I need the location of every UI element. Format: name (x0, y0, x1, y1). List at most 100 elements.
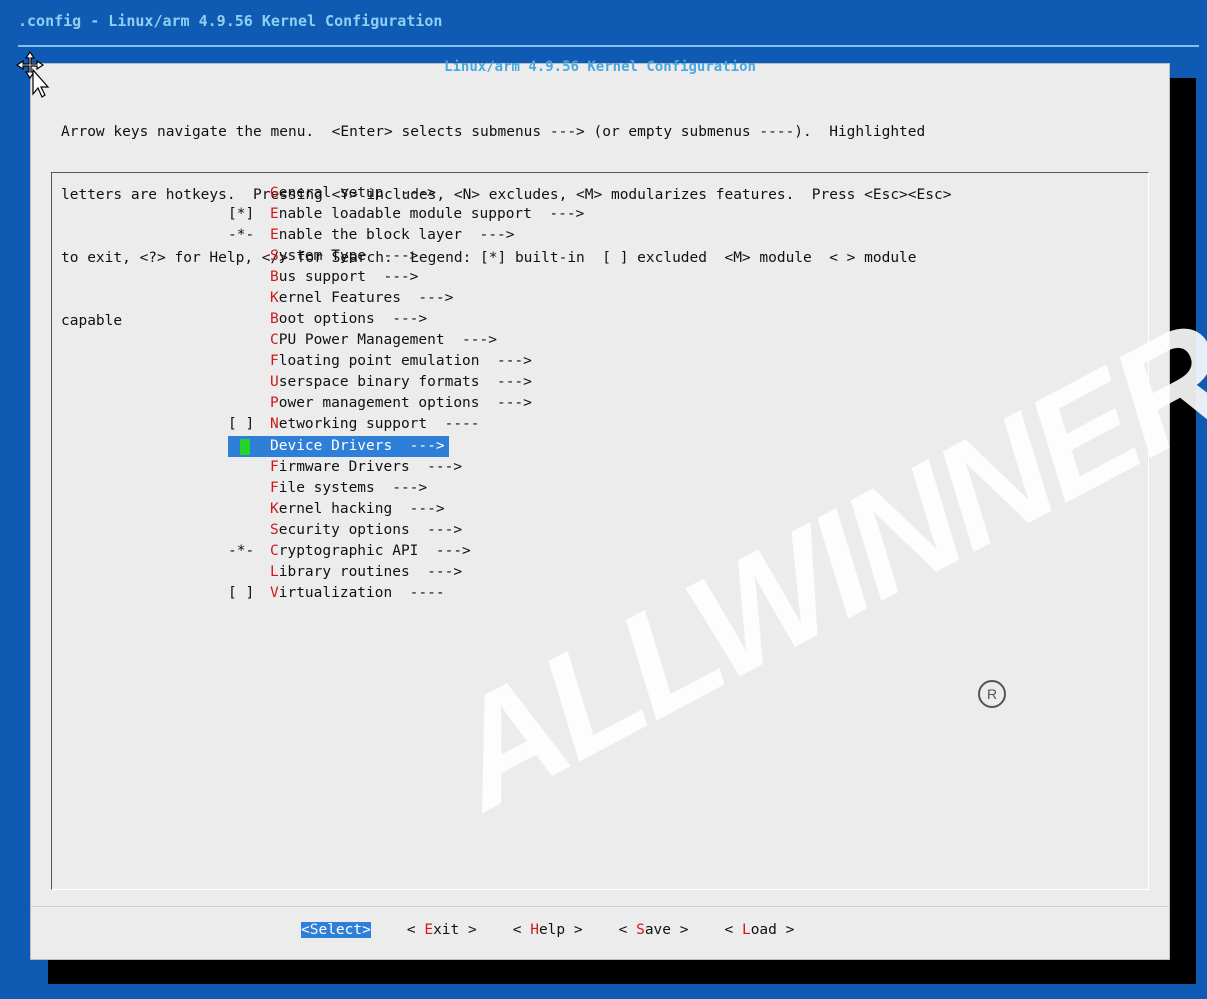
menu-item-hotkey: F (270, 459, 279, 475)
menu-item[interactable]: [*] Enable loadable module support ---> (228, 204, 584, 225)
menu-item-label: ernel hacking ---> (278, 501, 445, 517)
menu-item-hotkey: L (270, 564, 279, 580)
menu-item-hotkey: K (270, 501, 279, 517)
button-help[interactable]: < Help > (513, 922, 583, 938)
menu-item-hotkey: B (270, 269, 279, 285)
menu-item-label: eneral setup ---> (278, 185, 436, 201)
menu-item[interactable]: Security options ---> (228, 520, 584, 541)
button-right: > (565, 922, 583, 938)
menu-list: General setup ---> [*] Enable loadable mod… (228, 183, 584, 604)
button-right: > (776, 922, 795, 938)
menu-item-label: nable the block layer ---> (278, 227, 515, 243)
menu-item-label: nable loadable module support ---> (278, 206, 585, 222)
menu-box: General setup ---> [*] Enable loadable mod… (51, 172, 1149, 890)
help-line: Arrow keys navigate the menu. <Enter> se… (61, 124, 926, 140)
dialog-shadow-right (1170, 78, 1196, 978)
menu-item-hotkey: F (270, 353, 279, 369)
menu-item[interactable]: Userspace binary formats ---> (228, 372, 584, 393)
menu-item[interactable]: Boot options ---> (228, 309, 584, 330)
menu-item[interactable]: Firmware Drivers ---> (228, 457, 584, 478)
menu-item-label: loating point emulation ---> (278, 353, 532, 369)
button-hotkey: S (636, 922, 645, 938)
menu-item-hotkey: S (270, 248, 279, 264)
menu-item-label: ecurity options ---> (278, 522, 463, 538)
menu-item-label: serspace binary formats ---> (278, 374, 532, 390)
menu-item-label: ower management options ---> (278, 395, 532, 411)
button-rest: ave (644, 922, 672, 938)
menu-item[interactable]: [ ] Virtualization ---- (228, 583, 584, 604)
dialog-title: Linux/arm 4.9.56 Kernel Configuration (444, 59, 756, 75)
menu-item-hotkey: C (270, 332, 279, 348)
selection-cursor (240, 439, 250, 455)
menu-item[interactable]: Power management options ---> (228, 393, 584, 414)
kernel-config-dialog: Linux/arm 4.9.56 Kernel Configuration Ar… (30, 59, 1170, 960)
menu-item-label: ile systems ---> (278, 480, 428, 496)
menu-item-label: evice Drivers ---> (278, 438, 445, 454)
menu-item-label: us support ---> (278, 269, 419, 285)
menu-item-hotkey: D (270, 438, 279, 454)
menu-item-label: ryptographic API ---> (278, 543, 471, 559)
button-left: < (724, 922, 742, 938)
menu-item-hotkey: B (270, 311, 279, 327)
button-left: < (406, 922, 425, 938)
menu-item-label: ystem Type ---> (278, 248, 419, 264)
menu-item-hotkey: S (270, 522, 279, 538)
menu-item-hotkey: N (270, 416, 279, 432)
menu-item[interactable]: Kernel hacking ---> (228, 499, 584, 520)
menu-item-label: oot options ---> (278, 311, 428, 327)
button-rest: oad (750, 922, 777, 938)
menu-item[interactable]: File systems ---> (228, 478, 584, 499)
button-save[interactable]: < Save > (619, 922, 689, 938)
menu-item-label: PU Power Management ---> (278, 332, 497, 348)
menu-item-hotkey: V (270, 585, 279, 601)
dialog-shadow-bottom (48, 960, 1196, 984)
move-cursor-icon (16, 50, 50, 98)
menu-item-state: -*- (228, 227, 255, 243)
button-select[interactable]: <Select> (301, 922, 371, 938)
button-hotkey: L (741, 922, 751, 938)
button-bar: <Select> < Exit > < Help > < Save > < Load > (31, 906, 1169, 947)
menu-item[interactable]: CPU Power Management ---> (228, 330, 584, 351)
window-title: .config - Linux/arm 4.9.56 Kernel Config… (18, 12, 443, 30)
button-right: > (459, 922, 477, 938)
menu-item-hotkey: P (270, 395, 279, 411)
title-divider (18, 45, 1199, 47)
menu-item[interactable]: Kernel Features ---> (228, 288, 584, 309)
menu-item[interactable]: Bus support ---> (228, 267, 584, 288)
menu-item-label: irtualization ---- (278, 585, 445, 601)
menu-item-hotkey: G (270, 185, 279, 201)
menu-item-state: [ ] (228, 416, 255, 432)
menu-item[interactable]: -*- Cryptographic API ---> (228, 541, 584, 562)
button-left: < (512, 922, 531, 938)
menu-item-hotkey: E (270, 227, 279, 243)
menu-item-hotkey: K (270, 290, 279, 306)
button-rest: xit (433, 922, 460, 938)
menu-item-state: -*- (228, 543, 255, 559)
menu-item-label: irmware Drivers ---> (278, 459, 463, 475)
button-rest: elp (538, 922, 566, 938)
menu-item[interactable]: System Type ---> (228, 246, 584, 267)
button-hotkey: E (424, 922, 434, 938)
menu-item[interactable]: [ ] Networking support ---- (228, 414, 584, 435)
menu-item[interactable]: General setup ---> (228, 183, 584, 204)
button-left: < (301, 922, 310, 938)
button-load[interactable]: < Load > (724, 922, 794, 938)
menu-item[interactable]: Floating point emulation ---> (228, 351, 584, 372)
button-left: < (618, 922, 637, 938)
menu-item[interactable]: Library routines ---> (228, 562, 584, 583)
menu-item-hotkey: C (270, 543, 279, 559)
menu-item-label: ibrary routines ---> (278, 564, 463, 580)
menu-item-hotkey: E (270, 206, 279, 222)
menu-item[interactable]: Device Drivers ---> (228, 436, 449, 457)
menu-item-state: [*] (228, 206, 255, 222)
menu-item-state: [ ] (228, 585, 255, 601)
menu-item-label: ernel Features ---> (278, 290, 454, 306)
registered-mark-icon: R (978, 680, 1006, 708)
menu-item[interactable]: -*- Enable the block layer ---> (228, 225, 584, 246)
menu-item-label: etworking support ---- (278, 416, 480, 432)
menu-item-hotkey: F (270, 480, 279, 496)
button-rest: elect (318, 922, 363, 938)
button-hotkey: H (530, 922, 539, 938)
button-right: > (671, 922, 689, 938)
button-exit[interactable]: < Exit > (407, 922, 477, 938)
